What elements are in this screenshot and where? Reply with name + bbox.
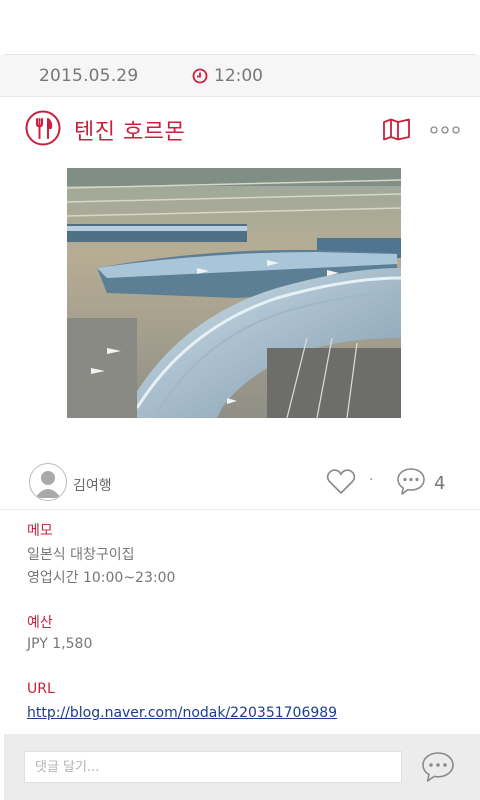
- url-link[interactable]: http://blog.naver.com/nodak/220351706989: [27, 705, 337, 721]
- map-icon[interactable]: [382, 118, 411, 141]
- separator-dot: ·: [369, 472, 374, 488]
- comment-icon[interactable]: [396, 466, 426, 496]
- avatar[interactable]: [29, 463, 67, 501]
- top-bar: [0, 0, 480, 54]
- comment-count: 4: [434, 473, 446, 494]
- chat-icon[interactable]: [420, 750, 456, 784]
- post-time-text: 12:00: [214, 66, 263, 86]
- memo-label: 메모: [27, 523, 53, 539]
- divider: [0, 509, 480, 510]
- post-time: 12:00: [192, 66, 263, 86]
- heart-icon[interactable]: [326, 468, 356, 495]
- date-bar: 2015.05.29 12:00: [0, 55, 480, 97]
- comment-bar: [4, 734, 480, 800]
- more-icon[interactable]: [430, 126, 460, 134]
- url-label: URL: [27, 681, 55, 697]
- post-date: 2015.05.29: [39, 66, 139, 86]
- restaurant-icon: [25, 110, 61, 146]
- place-title: 텐진 호르몬: [74, 120, 186, 145]
- memo-line-1: 일본식 대창구이집: [27, 547, 135, 563]
- author-name[interactable]: 김여행: [73, 475, 112, 495]
- budget-value: JPY 1,580: [27, 636, 93, 652]
- place-header: 텐진 호르몬: [0, 97, 480, 163]
- budget-label: 예산: [27, 615, 53, 631]
- comment-input[interactable]: [24, 751, 402, 783]
- memo-line-2: 영업시간 10:00~23:00: [27, 570, 176, 586]
- avatar-icon: [35, 471, 61, 498]
- clock-icon: [192, 68, 208, 84]
- place-photo[interactable]: [67, 168, 401, 418]
- author-row: 김여행 · 4: [0, 460, 480, 508]
